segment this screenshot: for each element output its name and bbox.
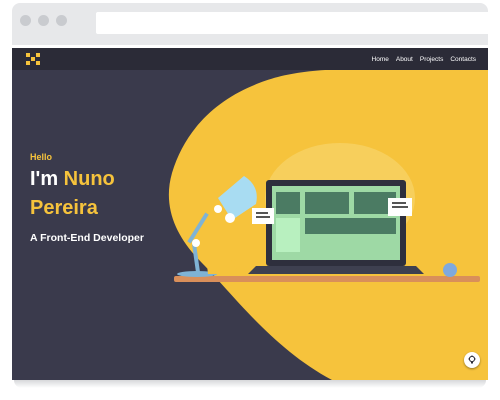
hero-subtitle: A Front-End Developer [30, 232, 144, 244]
ball-icon [443, 263, 457, 277]
window-control-dot[interactable] [38, 15, 49, 26]
page-viewport: Home About Projects Contacts Hello I'm N… [12, 48, 488, 380]
mug-icon [206, 237, 239, 274]
hero-intro: I'm [30, 168, 59, 190]
window-shadow [14, 380, 486, 388]
window-control-dot[interactable] [56, 15, 67, 26]
window-control-dot[interactable] [20, 15, 31, 26]
browser-toolbar [12, 3, 500, 45]
hero-first-name: Nuno [63, 168, 115, 190]
hero-greeting: Hello [30, 152, 53, 162]
hero-last-name: Pereira [30, 197, 98, 219]
desk-icon [174, 276, 480, 282]
hero-text: Hello I'm Nuno Pereira A Front-End Devel… [30, 152, 144, 244]
browser-window: Home About Projects Contacts Hello I'm N… [0, 0, 500, 400]
lightbulb-icon [468, 355, 476, 364]
hero-title-line1: I'm Nuno [30, 168, 144, 190]
theme-toggle-button[interactable] [464, 352, 480, 368]
address-bar[interactable] [96, 12, 500, 34]
